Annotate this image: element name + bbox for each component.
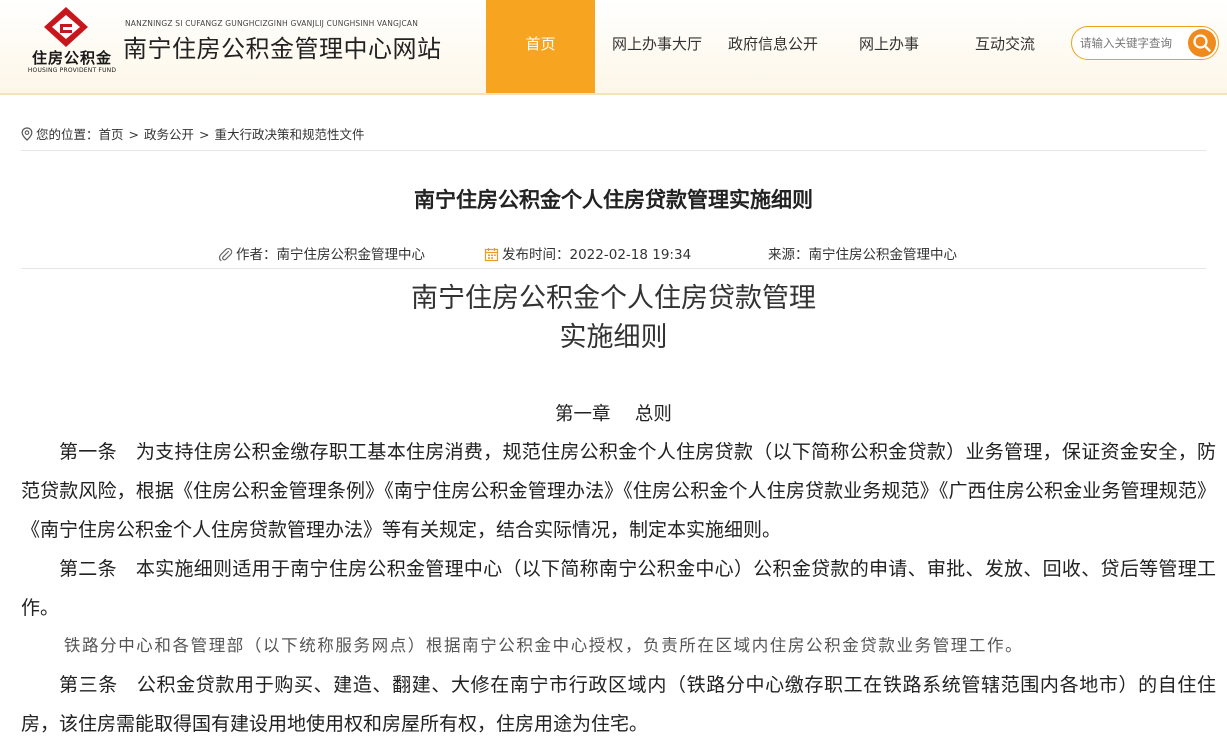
search-input[interactable] — [1080, 32, 1180, 54]
article-number: 第三条 — [59, 674, 118, 696]
meta-source: 来源：南宁住房公积金管理中心 — [768, 243, 957, 263]
paragraph-text: 铁路分中心和各管理部（以下统称服务网点）根据南宁公积金中心授权，负责所在区域内住… — [63, 636, 1024, 655]
meta-publish-time: 发布时间：2022-02-18 19:34 — [484, 243, 691, 263]
paragraph-service-outlets: 铁路分中心和各管理部（以下统称服务网点）根据南宁公积金中心授权，负责所在区域内住… — [21, 633, 1216, 659]
site-name[interactable]: 南宁住房公积金管理中心网站 — [123, 29, 442, 64]
logo-text: 住房公积金 — [31, 49, 112, 67]
meta-author-value: 南宁住房公积金管理中心 — [276, 247, 426, 263]
breadcrumb-separator: > — [128, 127, 140, 142]
meta-time-label: 发布时间： — [502, 247, 570, 263]
meta-author-label: 作者： — [236, 247, 277, 263]
site-header: 住房公积金 HOUSING PROVIDENT FUND NANZNINGZ S… — [0, 0, 1227, 95]
paragraph-article-1: 第一条 为支持住房公积金缴存职工基本住房消费，规范住房公积金个人住房贷款（以下简称… — [21, 433, 1216, 550]
location-pin-icon — [21, 127, 33, 141]
meta-author: 作者：南宁住房公积金管理中心 — [218, 243, 425, 263]
paperclip-icon — [218, 247, 233, 262]
chapter-heading: 第一章 总则 — [555, 404, 672, 425]
document-title-line-1: 南宁住房公积金个人住房贷款管理 — [411, 283, 816, 314]
article-meta: 作者：南宁住房公积金管理中心 发布时间：2022-02-18 19:34 来源：… — [21, 236, 1206, 269]
paragraph-text: 本实施细则适用于南宁住房公积金管理中心（以下简称南宁公积金中心）公积金贷款的申请… — [21, 558, 1216, 619]
paragraph-article-3: 第三条 公积金贷款用于购买、建造、翻建、大修在南宁市行政区域内（铁路分中心缴存职工… — [21, 666, 1216, 744]
article-number: 第一条 — [59, 441, 117, 463]
site-name-pinyin: NANZNINGZ SI CUFANGZ GUNGHCIZGINH GVANJL… — [125, 19, 419, 28]
nav-gov-info-disclosure[interactable]: 政府信息公开 — [718, 0, 828, 93]
meta-source-label: 来源： — [768, 247, 809, 263]
breadcrumb-prefix: 您的位置： — [36, 127, 99, 142]
nav-online-service-hall[interactable]: 网上办事大厅 — [602, 0, 712, 93]
logo-english-text: HOUSING PROVIDENT FUND — [27, 67, 117, 74]
search-button[interactable] — [1188, 29, 1216, 57]
calendar-icon — [484, 248, 499, 262]
paragraph-text: 为支持住房公积金缴存职工基本住房消费，规范住房公积金个人住房贷款（以下简称公积金… — [21, 441, 1216, 541]
search-box — [1071, 26, 1219, 60]
document-title-line-2: 实施细则 — [559, 322, 668, 353]
meta-time-value: 2022-02-18 19:34 — [569, 247, 692, 263]
housing-fund-logo-icon[interactable] — [40, 6, 92, 52]
nav-interaction[interactable]: 互动交流 — [950, 0, 1060, 93]
breadcrumb-separator: > — [199, 127, 210, 142]
nav-online-affairs[interactable]: 网上办事 — [834, 0, 944, 93]
search-icon — [1193, 34, 1211, 52]
breadcrumb-policy-documents[interactable]: 重大行政决策和规范性文件 — [215, 127, 365, 142]
breadcrumb-home[interactable]: 首页 — [99, 127, 124, 142]
article-title: 南宁住房公积金个人住房贷款管理实施细则 — [414, 188, 813, 212]
paragraph-text: 公积金贷款用于购买、建造、翻建、大修在南宁市行政区域内（铁路分中心缴存职工在铁路… — [21, 674, 1216, 735]
breadcrumb-gov-affairs[interactable]: 政务公开 — [144, 127, 194, 142]
breadcrumb: 您的位置：首页 > 政务公开 > 重大行政决策和规范性文件 — [21, 124, 1206, 151]
article-number: 第二条 — [59, 558, 117, 580]
paragraph-article-2: 第二条 本实施细则适用于南宁住房公积金管理中心（以下简称南宁公积金中心）公积金贷款… — [21, 550, 1216, 628]
nav-home[interactable]: 首页 — [486, 0, 595, 93]
meta-source-value: 南宁住房公积金管理中心 — [808, 247, 958, 263]
